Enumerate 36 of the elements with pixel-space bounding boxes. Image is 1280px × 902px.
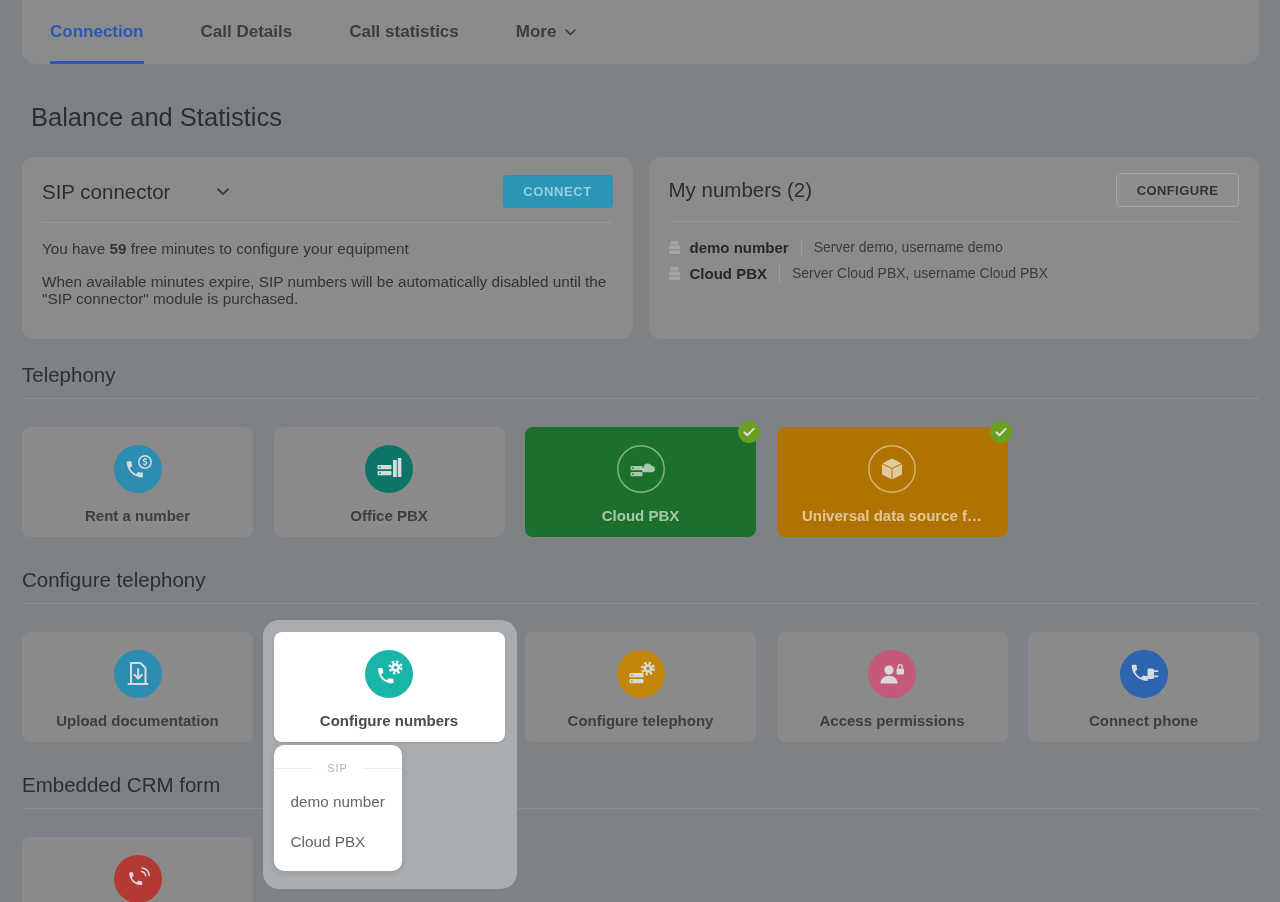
integration-tile[interactable]: Office PBX (273, 427, 505, 537)
connect-button[interactable]: CONNECT (502, 175, 613, 208)
menu-group-label: SIP (326, 761, 349, 776)
number-name: Cloud PBX (689, 264, 767, 282)
integration-tile[interactable]: Configure telephony (525, 632, 756, 742)
tab[interactable]: More (515, 0, 577, 64)
integration-tile[interactable]: Rent a number (22, 427, 253, 537)
section-heading: Configure telephony (22, 568, 206, 592)
tab[interactable]: Connection (50, 0, 144, 64)
tab[interactable]: Call Details (200, 0, 293, 64)
integration-tile[interactable]: Universal data source f… (776, 427, 1008, 537)
cube-icon (868, 445, 916, 493)
number-name: demo number (689, 238, 789, 256)
menu-item[interactable]: Cloud PBX (273, 822, 402, 862)
number-details: Server demo, username demo (813, 239, 1003, 255)
chevron-down-icon (565, 28, 577, 36)
info-text: You have 59 free minutes to configure your equipment (42, 240, 410, 257)
server-stack-icon (668, 266, 680, 280)
card-title: My numbers (2) (668, 178, 813, 202)
tab[interactable]: Call statistics (349, 0, 459, 64)
info-text: When available minutes expire, SIP numbers will be automatically disabled until the "SIP connector" module is purchased. (42, 273, 608, 307)
integration-tile[interactable]: Access permissions (776, 632, 1008, 742)
section-heading: Telephony (22, 363, 116, 387)
integration-tile[interactable]: Configure numbers (273, 632, 505, 742)
integration-tile[interactable]: Upload documentation (22, 632, 253, 742)
page-title: Balance and Statistics (30, 102, 283, 132)
integration-tile[interactable]: Cloud PBX (525, 427, 756, 537)
module-selector[interactable]: SIP connector (42, 175, 230, 208)
integration-tile[interactable]: Connect phone (1028, 632, 1259, 742)
number-details: Server Cloud PBX, username Cloud PBX (792, 265, 1048, 281)
section-heading: Embedded CRM form (22, 773, 221, 797)
server-cloud-icon (616, 445, 665, 493)
chevron-down-icon (217, 187, 230, 196)
menu-item[interactable]: demo number (273, 782, 402, 822)
configure-button[interactable]: CONFIGURE (1116, 173, 1239, 207)
server-stack-icon (668, 240, 680, 254)
